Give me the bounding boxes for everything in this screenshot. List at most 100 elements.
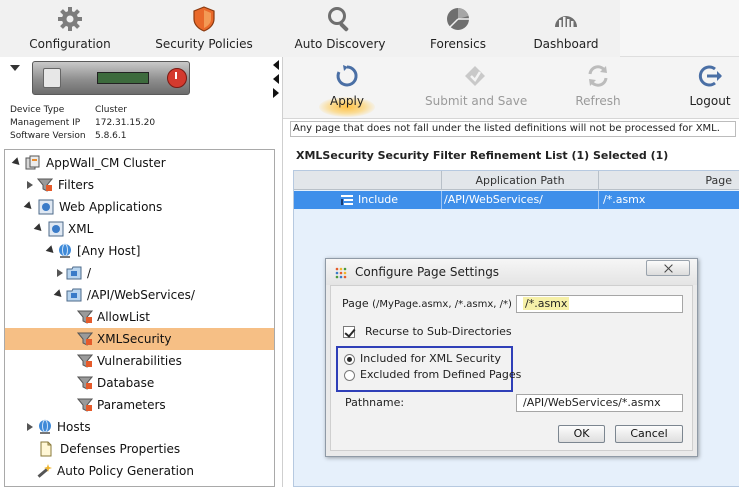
- nav-forensics-label: Forensics: [430, 37, 486, 51]
- collapsed-arrow-icon[interactable]: [27, 181, 33, 189]
- expand-arrow-icon[interactable]: [45, 245, 57, 256]
- web-application-icon: [48, 221, 64, 237]
- collapsed-arrow-icon[interactable]: [27, 423, 33, 431]
- magnifier-icon: [328, 7, 349, 32]
- logout-icon: [698, 65, 722, 87]
- top-navigation: Configuration Security Policies Auto Dis…: [0, 0, 739, 57]
- device-collapse-toggle[interactable]: [10, 65, 20, 71]
- nav-auto-discovery[interactable]: Auto Discovery: [290, 0, 390, 57]
- tree-item-any-host[interactable]: [Any Host]: [5, 240, 274, 262]
- software-version-value: 5.8.6.1: [95, 131, 127, 141]
- grid-header: Application Path Page: [294, 171, 739, 190]
- dashboard-gauge-icon: [555, 16, 577, 27]
- expand-arrow-icon[interactable]: [23, 201, 35, 212]
- apply-label: Apply: [330, 94, 364, 108]
- recurse-checkbox[interactable]: [343, 326, 355, 338]
- tree-item-api-webservices[interactable]: /API/WebServices/: [5, 284, 274, 306]
- device-info: Device Type Cluster Management IP 172.31.1…: [10, 104, 155, 143]
- included-radio-label: Included for XML Security: [360, 352, 501, 365]
- tree-item-parameters[interactable]: Parameters: [5, 394, 274, 416]
- action-toolbar: Apply Submit and Save Refresh Logout: [283, 57, 739, 119]
- tree-item-label: Filters: [58, 178, 94, 192]
- expand-arrow-icon[interactable]: [11, 157, 23, 168]
- refinement-list-title: XMLSecurity Security Filter Refinement L…: [296, 149, 669, 162]
- dialog-title: Configure Page Settings: [355, 265, 500, 279]
- nav-security-policies-label: Security Policies: [155, 37, 253, 51]
- tree-item-label: /API/WebServices/: [87, 288, 195, 302]
- table-row[interactable]: Include /API/WebServices/ /*.asmx: [294, 191, 739, 209]
- nav-configuration-label: Configuration: [29, 37, 111, 51]
- excluded-radio-label: Excluded from Defined Pages: [360, 368, 522, 381]
- expand-right-arrow-icon[interactable]: [273, 88, 279, 98]
- app-dots-icon: [335, 267, 347, 279]
- tree-item-hosts[interactable]: Hosts: [5, 416, 274, 438]
- page-label-text: Page: [342, 297, 369, 310]
- tree-item-label: /: [87, 266, 92, 280]
- nav-forensics[interactable]: Forensics: [418, 0, 498, 57]
- tree-item-web-applications[interactable]: Web Applications: [5, 196, 274, 218]
- software-version-key: Software Version: [10, 131, 86, 141]
- logout-button[interactable]: Logout: [680, 57, 739, 119]
- page-input[interactable]: /*.asmx: [516, 295, 683, 313]
- collapse-left-arrow-icon[interactable]: [273, 60, 279, 70]
- dialog-body: Page (/MyPage.asmx, /*.asmx, /*) /*.asmx…: [330, 285, 693, 451]
- collapse-left-arrow-icon-2[interactable]: [273, 74, 279, 84]
- web-application-icon: [38, 199, 54, 215]
- pathname-input[interactable]: /API/WebServices/*.asmx: [516, 394, 683, 412]
- tree-item-filters[interactable]: Filters: [5, 174, 274, 196]
- row-page: /*.asmx: [603, 193, 646, 206]
- dialog-close-button[interactable]: [646, 260, 690, 276]
- refresh-button[interactable]: Refresh: [568, 57, 628, 119]
- tree-item-auto-policy-generation[interactable]: Auto Policy Generation: [5, 460, 274, 482]
- globe-host-icon: [39, 419, 51, 434]
- expand-arrow-icon[interactable]: [33, 223, 45, 234]
- management-ip-value: 172.31.15.20: [95, 118, 156, 128]
- refresh-label: Refresh: [575, 94, 621, 108]
- dialog-titlebar[interactable]: Configure Page Settings: [326, 259, 697, 285]
- cancel-button[interactable]: Cancel: [615, 425, 683, 443]
- device-type-key: Device Type: [10, 105, 65, 115]
- tree-item-label: Hosts: [57, 420, 91, 434]
- grid-column-application-path[interactable]: Application Path: [442, 171, 599, 190]
- filter-icon: [77, 332, 93, 346]
- device-port: [43, 68, 61, 88]
- expand-arrow-icon[interactable]: [53, 289, 65, 300]
- collapsed-arrow-icon[interactable]: [57, 269, 63, 277]
- shield-icon: [193, 6, 215, 32]
- nav-auto-discovery-label: Auto Discovery: [294, 37, 386, 51]
- device-type-value: Cluster: [95, 105, 127, 115]
- submit-and-save-label: Submit and Save: [425, 94, 528, 108]
- magic-wand-icon: [37, 464, 52, 478]
- folder-icon: [66, 288, 82, 302]
- grid-column-mode[interactable]: [294, 171, 442, 190]
- page-input-value: /*.asmx: [523, 297, 570, 310]
- nav-dashboard[interactable]: Dashboard: [530, 0, 602, 57]
- apply-button[interactable]: Apply: [317, 57, 377, 119]
- ok-button[interactable]: OK: [558, 425, 605, 443]
- refresh-icon: [588, 65, 608, 87]
- apply-refresh-icon: [336, 65, 358, 87]
- tree-item-label: XML: [68, 222, 94, 236]
- tree-item-defenses-properties[interactable]: Defenses Properties: [5, 438, 274, 460]
- grid-column-page[interactable]: Page: [599, 171, 739, 190]
- tree-item-xml[interactable]: XML: [5, 218, 274, 240]
- tree-item-root-path[interactable]: /: [5, 262, 274, 284]
- tree-item-appwall-cluster[interactable]: AppWall_CM Cluster: [5, 152, 274, 174]
- excluded-radio[interactable]: [344, 370, 355, 381]
- nav-configuration[interactable]: Configuration: [20, 0, 120, 57]
- panel-splitter-arrows[interactable]: [273, 60, 280, 98]
- tree-item-xmlsecurity[interactable]: XMLSecurity: [5, 328, 274, 350]
- management-ip-key: Management IP: [10, 118, 81, 128]
- tree-item-database[interactable]: Database: [5, 372, 274, 394]
- policy-tree: AppWall_CM Cluster Filters Web Applicati…: [4, 149, 275, 487]
- pathname-label: Pathname:: [345, 396, 405, 409]
- tree-item-label: Parameters: [97, 398, 166, 412]
- included-radio[interactable]: [344, 354, 355, 365]
- recurse-label: Recurse to Sub-Directories: [365, 325, 512, 338]
- submit-and-save-button[interactable]: Submit and Save: [425, 57, 528, 119]
- filter-icon: [77, 398, 93, 412]
- nav-security-policies[interactable]: Security Policies: [152, 0, 256, 57]
- tree-item-allowlist[interactable]: AllowList: [5, 306, 274, 328]
- tree-item-vulnerabilities[interactable]: Vulnerabilities: [5, 350, 274, 372]
- filter-icon: [77, 310, 93, 324]
